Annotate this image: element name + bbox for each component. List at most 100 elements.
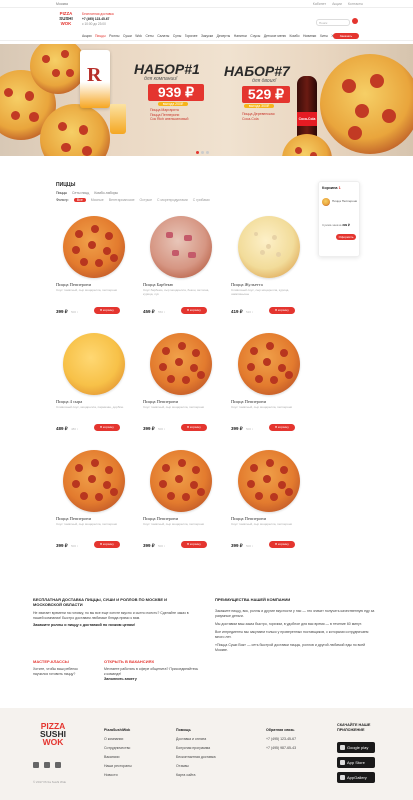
footer-link[interactable]: Наши рестораны (104, 762, 132, 771)
sublink[interactable]: Комбо-наборы (94, 191, 118, 195)
product-image[interactable] (150, 450, 212, 512)
product-card[interactable]: Пицца Пепперони Соус томатный, сыр моцаре… (143, 450, 223, 562)
filter-chip[interactable]: С морепродуктами (157, 198, 188, 202)
add-to-cart-button[interactable]: В корзину (181, 424, 207, 431)
add-to-cart-button[interactable]: В корзину (269, 541, 295, 548)
topping (253, 231, 259, 237)
footer-link[interactable]: Новости (104, 771, 132, 780)
product-name[interactable]: Пицца Пепперони (231, 516, 266, 521)
checkout-button[interactable]: Оформить (336, 234, 356, 240)
product-image[interactable] (63, 450, 125, 512)
top-link[interactable]: Акции (332, 2, 342, 6)
add-to-cart-button[interactable]: В корзину (269, 307, 295, 314)
nav-item[interactable]: Супы (173, 34, 181, 38)
product-image[interactable] (63, 216, 125, 278)
nav-item[interactable]: Wok (135, 34, 142, 38)
add-to-cart-button[interactable]: В корзину (94, 541, 120, 548)
nav-item[interactable]: Хиты (320, 34, 328, 38)
footer-link[interactable]: О компании (104, 735, 132, 744)
nav-item[interactable]: Сеты (145, 34, 153, 38)
product-card[interactable]: Пицца Пепперони Соус томатный, сыр моцаре… (56, 450, 136, 562)
nav-item[interactable]: Комбо (290, 34, 300, 38)
filter-chip[interactable]: Мясные (91, 198, 104, 202)
sublink[interactable]: Пиццы (56, 191, 67, 195)
product-name[interactable]: Пицца Пепперони (231, 399, 266, 404)
nav-item[interactable]: Акции (82, 34, 91, 38)
product-name[interactable]: Пицца Пепперони (143, 399, 178, 404)
logo[interactable]: PIZZA SUSHI WOK (56, 11, 76, 27)
nav-item[interactable]: Закуски (201, 34, 213, 38)
footer-logo[interactable]: PIZZA SUSHI WOK (33, 722, 73, 747)
nav-item[interactable]: Горячее (185, 34, 198, 38)
slider-dot[interactable] (206, 151, 209, 154)
product-card[interactable]: Пицца Пепперони Соус томатный, сыр моцаре… (231, 450, 311, 562)
footer-phone[interactable]: +7 (495) 987-65-43 (266, 744, 296, 753)
filter-chip[interactable]: Все (73, 198, 86, 202)
promo-banner[interactable]: R НАБОР#1 для компании! 939 ₽ выгода 200… (0, 44, 413, 156)
product-card[interactable]: Пицца Пепперони Соус томатный, сыр моцаре… (143, 333, 223, 445)
footer-link[interactable]: Бонусная программа (176, 744, 216, 753)
product-image[interactable] (238, 333, 300, 395)
add-to-cart-button[interactable]: В корзину (269, 424, 295, 431)
filter-chip[interactable]: Вегетарианские (109, 198, 135, 202)
add-to-cart-button[interactable]: В корзину (181, 307, 207, 314)
vk-icon[interactable] (55, 762, 61, 768)
product-card[interactable]: Пицца 4 сыра Сливочный соус, моцарелла, п… (56, 333, 136, 445)
nav-item[interactable]: Десерты (217, 34, 231, 38)
product-image[interactable] (63, 333, 125, 395)
product-image[interactable] (150, 333, 212, 395)
footer-link[interactable]: Бесконтактная доставка (176, 753, 216, 762)
nav-item[interactable]: Суши (123, 34, 132, 38)
product-image[interactable] (238, 450, 300, 512)
google-play-button[interactable]: Google play (337, 742, 375, 753)
product-card[interactable]: Пицца Пепперони Соус томатный, сыр моцаре… (56, 216, 136, 328)
product-card[interactable]: Пицца Пепперони Соус томатный, сыр моцаре… (231, 333, 311, 445)
product-price: 419 ₽ (231, 309, 243, 314)
slider-dot[interactable] (196, 151, 199, 154)
youtube-icon[interactable] (33, 762, 39, 768)
product-image[interactable] (238, 216, 300, 278)
top-link[interactable]: Контакты (348, 2, 363, 6)
order-button[interactable]: Заказать (333, 33, 359, 39)
nav-item[interactable]: Салаты (157, 34, 169, 38)
top-link[interactable]: Кабинет (313, 2, 326, 6)
nav-item[interactable]: Роллы (109, 34, 119, 38)
nav-item[interactable]: Пиццы (95, 34, 106, 38)
instagram-icon[interactable] (44, 762, 50, 768)
app-store-button[interactable]: App Store (337, 757, 375, 768)
product-name[interactable]: Пицца Пепперони (56, 282, 91, 287)
add-to-cart-button[interactable]: В корзину (94, 424, 120, 431)
filter-chip[interactable]: Острые (140, 198, 152, 202)
footer-link[interactable]: Отзывы (176, 762, 216, 771)
slider-dot[interactable] (201, 151, 204, 154)
product-card[interactable]: Пицца Жульетта Сливочный соус, сыр моцаре… (231, 216, 311, 328)
promo-right-num: #7 (274, 63, 290, 79)
search-input[interactable]: Поиск (316, 19, 350, 26)
nav-item[interactable]: Напитки (234, 34, 247, 38)
product-name[interactable]: Пицца 4 сыра (56, 399, 82, 404)
pepperoni (80, 258, 89, 267)
product-image[interactable] (150, 216, 212, 278)
nav-item[interactable]: Детское меню (264, 34, 286, 38)
footer-link[interactable]: Доставка и оплата (176, 735, 216, 744)
cart-icon[interactable] (352, 18, 358, 24)
product-name[interactable]: Пицца Барбекю (143, 282, 173, 287)
footer-phone[interactable]: +7 (495) 123-45-67 (266, 735, 296, 744)
add-to-cart-button[interactable]: В корзину (94, 307, 120, 314)
add-to-cart-button[interactable]: В корзину (181, 541, 207, 548)
pepperoni (87, 240, 96, 249)
footer-link[interactable]: Карта сайта (176, 771, 216, 780)
sublink[interactable]: Сеты пицц (72, 191, 89, 195)
nav-item[interactable]: Соусы (250, 34, 260, 38)
filter-chip[interactable]: С грибами (193, 198, 210, 202)
app-gallery-button[interactable]: AppGallery (337, 772, 375, 783)
product-name[interactable]: Пицца Пепперони (56, 516, 91, 521)
city-selector[interactable]: Москва (56, 2, 68, 6)
product-name[interactable]: Пицца Пепперони (143, 516, 178, 521)
product-name[interactable]: Пицца Жульетта (231, 282, 263, 287)
vacancies-link[interactable]: Заполнить анкету (104, 677, 199, 681)
footer-link[interactable]: Вакансии (104, 753, 132, 762)
product-card[interactable]: Пицца Барбекю Соус барбекю, сыр моцарелла… (143, 216, 223, 328)
footer-link[interactable]: Сотрудничество (104, 744, 132, 753)
nav-item[interactable]: Новинки (303, 34, 316, 38)
